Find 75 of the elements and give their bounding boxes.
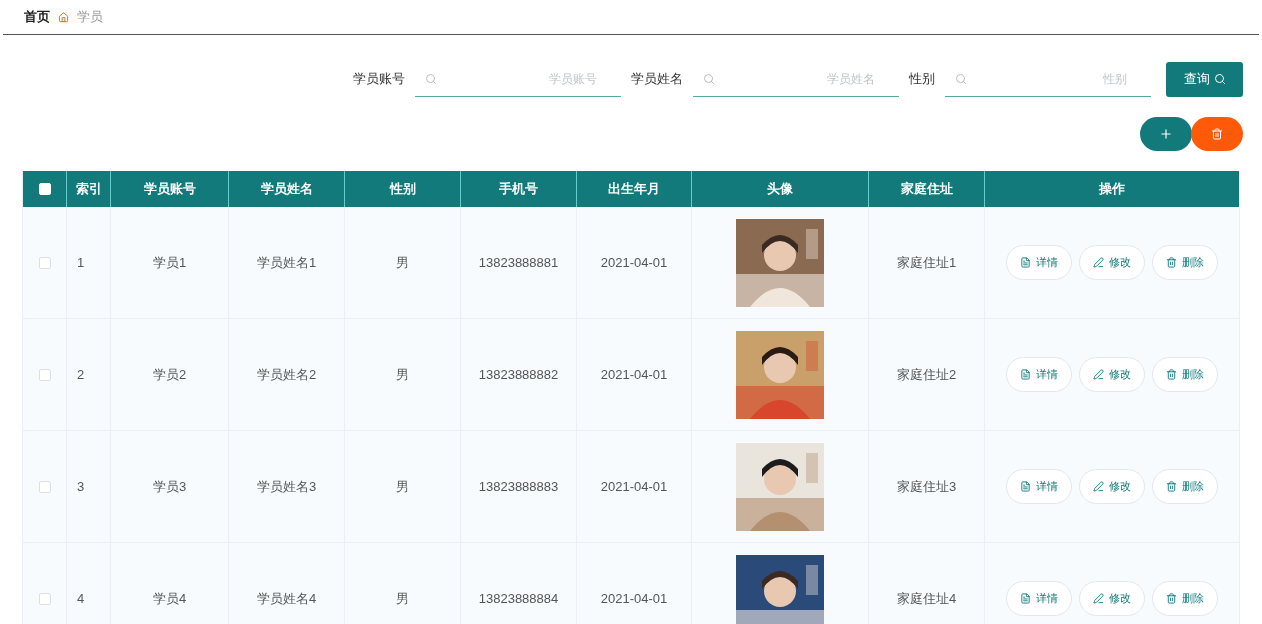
table-cell-text: 学员姓名3 [256, 477, 317, 496]
trash-icon [1166, 593, 1177, 604]
document-icon [1020, 369, 1031, 380]
trash-icon [1166, 257, 1177, 268]
field-label: 性别 [909, 70, 935, 89]
table-cell-text: 学员1 [152, 253, 187, 272]
table-cell-text: 男 [396, 365, 409, 384]
table-cell-text: 2021-04-01 [600, 589, 668, 608]
table-cell-text: 家庭住址3 [896, 477, 957, 496]
document-icon [1020, 593, 1031, 604]
checkbox[interactable] [38, 368, 51, 381]
action-button[interactable]: 修改 [1079, 469, 1145, 504]
trash-icon [1166, 481, 1177, 492]
table-cell-text: 学员姓名2 [256, 365, 317, 384]
table-cell-text: 家庭住址4 [896, 589, 957, 608]
field-label: 学员姓名 [631, 70, 683, 89]
action-button[interactable]: 修改 [1079, 245, 1145, 280]
document-icon [1020, 257, 1031, 268]
table-cell-text: 男 [396, 589, 409, 608]
table-cell-text: 2 [77, 365, 85, 384]
action-button[interactable]: 详情 [1006, 357, 1072, 392]
search-field[interactable]: 学员姓名 [693, 61, 899, 97]
search-icon [425, 73, 437, 85]
table-cell-text: 学员3 [152, 477, 187, 496]
pen-icon [1093, 369, 1104, 380]
document-icon [1020, 481, 1031, 492]
action-button[interactable]: 修改 [1079, 357, 1145, 392]
trash-icon [1166, 369, 1177, 380]
table-cell-text: 2021-04-01 [600, 365, 668, 384]
breadcrumb-current: 学员 [77, 8, 103, 27]
table-cell-text: 13823888882 [478, 365, 559, 384]
field-label: 学员账号 [353, 70, 405, 89]
add-button[interactable] [1140, 117, 1192, 151]
table-cell-text: 13823888881 [478, 253, 559, 272]
action-button[interactable]: 详情 [1006, 581, 1072, 616]
search-icon [955, 73, 967, 85]
query-button[interactable]: 查询 [1166, 61, 1243, 97]
action-button[interactable]: 删除 [1152, 357, 1218, 392]
checkbox[interactable] [38, 480, 51, 493]
table-cell-text: 2021-04-01 [600, 253, 668, 272]
column-header: 操作 [1098, 180, 1126, 199]
action-button[interactable]: 删除 [1152, 469, 1218, 504]
table-cell-text: 家庭住址2 [896, 365, 957, 384]
table-cell-text: 学员姓名4 [256, 589, 317, 608]
search-field[interactable]: 学员账号 [415, 61, 621, 97]
table-cell-text: 13823888883 [478, 477, 559, 496]
plus-icon [1159, 127, 1173, 141]
delete-button[interactable] [1191, 117, 1243, 151]
checkbox[interactable] [38, 256, 51, 269]
table-cell-text: 3 [77, 477, 85, 496]
search-icon [1213, 73, 1226, 85]
table-cell-text: 学员2 [152, 365, 187, 384]
table-cell-text: 13823888884 [478, 589, 559, 608]
table-cell-text: 4 [77, 589, 85, 608]
home-icon [58, 11, 69, 23]
action-button[interactable]: 详情 [1006, 245, 1072, 280]
table-cell-text: 1 [77, 253, 85, 272]
action-button[interactable]: 删除 [1152, 581, 1218, 616]
action-button[interactable]: 修改 [1079, 581, 1145, 616]
search-icon [703, 73, 715, 85]
trash-icon [1211, 128, 1223, 140]
table-cell-text: 家庭住址1 [896, 253, 957, 272]
action-button[interactable]: 删除 [1152, 245, 1218, 280]
search-field[interactable]: 性别 [945, 61, 1151, 97]
table-cell-text: 学员姓名1 [256, 253, 317, 272]
breadcrumb-home[interactable]: 首页 [24, 7, 50, 27]
table-cell-text: 男 [396, 477, 409, 496]
table-cell-text: 学员4 [152, 589, 187, 608]
table-cell-text: 男 [396, 253, 409, 272]
pen-icon [1093, 257, 1104, 268]
pen-icon [1093, 593, 1104, 604]
pen-icon [1093, 481, 1104, 492]
table-cell-text: 2021-04-01 [600, 477, 668, 496]
action-button[interactable]: 详情 [1006, 469, 1072, 504]
checkbox[interactable] [38, 592, 51, 605]
